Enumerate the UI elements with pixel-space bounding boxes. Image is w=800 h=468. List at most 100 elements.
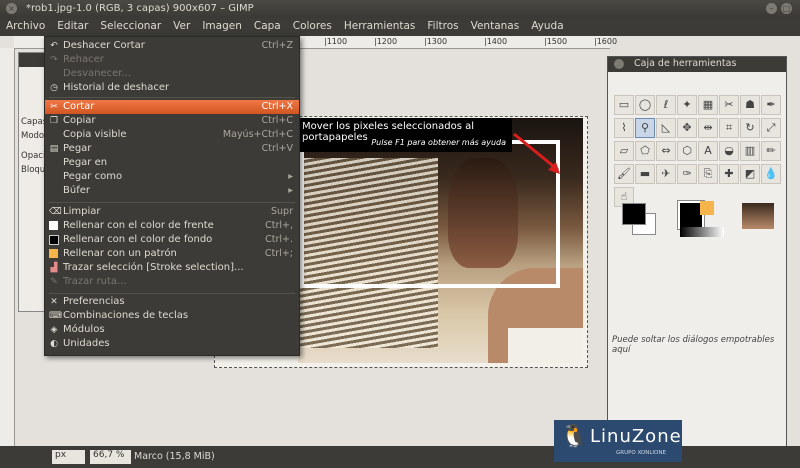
logo-subtitle: GRUPO XONLIONE [616,450,666,456]
menu-item-rellenar-fondo[interactable]: Rellenar con el color de fondo Ctrl+. [45,233,299,247]
menu-separator [49,202,295,203]
toolbox-titlebar: Caja de herramientas [608,57,786,72]
color-swatches [618,199,778,239]
menu-item-bufer[interactable]: Búfer ▸ [45,184,299,198]
menu-item-modulos[interactable]: ◈ Módulos [45,323,299,337]
drop-hint: Puede soltar los diálogos empotrables aq… [612,335,775,355]
blur-icon[interactable]: 💧 [761,164,781,184]
clone-icon[interactable]: ⎘ [698,164,718,184]
window-title: *rob1.jpg-1.0 (RGB, 3 capas) 900x607 – G… [26,3,254,14]
foreground-color-swatch[interactable] [622,203,646,225]
minimize-icon[interactable]: – [766,3,777,14]
fg-fill-icon [49,221,58,230]
modules-icon: ◈ [50,325,58,335]
ruler-label: |1400 [484,37,508,46]
menu-item-copia-visible[interactable]: Copia visible Mayús+Ctrl+C [45,128,299,142]
menu-item-rellenar-patron[interactable]: Rellenar con un patrón Ctrl+; [45,247,299,261]
menu-editar[interactable]: Editar [51,18,94,36]
paths-icon[interactable]: ✒ [761,95,781,115]
menu-item-rellenar-frente[interactable]: Rellenar con el color de frente Ctrl+, [45,219,299,233]
color-picker-icon[interactable]: ⌇ [614,118,634,138]
pattern-preview[interactable] [700,201,714,215]
menu-item-pegar-como[interactable]: Pegar como ▸ [45,170,299,184]
zoom-select[interactable]: 66,7 % [90,450,131,464]
redo-icon: ↷ [50,55,58,65]
ruler-label: |1500 [544,37,568,46]
menu-capa[interactable]: Capa [248,18,287,36]
maximize-icon[interactable]: □ [781,3,792,14]
crop-icon[interactable]: ⌗ [719,118,739,138]
menu-item-deshacer-cortar[interactable]: ↶ Deshacer Cortar Ctrl+Z [45,39,299,53]
ruler-label: |1100 [324,37,348,46]
bucket-fill-icon[interactable]: ◒ [719,141,739,161]
menu-item-copiar[interactable]: ❐ Copiar Ctrl+C [45,114,299,128]
perspective-icon[interactable]: ⬠ [635,141,655,161]
vertical-ruler[interactable] [0,48,15,448]
flip-icon[interactable]: ⇔ [656,141,676,161]
menu-item-trazar-ruta[interactable]: ✎ Trazar ruta... [45,275,299,289]
menu-item-unidades[interactable]: ◐ Unidades [45,337,299,351]
chevron-right-icon: ▸ [288,171,293,182]
menu-item-rehacer[interactable]: ↷ Rehacer [45,53,299,67]
menu-ver[interactable]: Ver [167,18,196,36]
tux-icon: 🐧 [560,424,588,449]
menu-item-historial[interactable]: ◷ Historial de deshacer [45,81,299,95]
cage-icon[interactable]: ⬡ [677,141,697,161]
menu-archivo[interactable]: Archivo [0,18,51,36]
toolbox-title: Caja de herramientas [634,58,737,69]
menu-filtros[interactable]: Filtros [421,18,464,36]
menu-item-pegar-en[interactable]: Pegar en [45,156,299,170]
measure-icon[interactable]: ◺ [656,118,676,138]
color-select-icon[interactable]: ▦ [698,95,718,115]
edit-menu: ↶ Deshacer Cortar Ctrl+Z ↷ Rehacer Desva… [44,36,300,356]
chevron-right-icon: ▸ [288,185,293,196]
ellipse-select-icon[interactable]: ◯ [635,95,655,115]
paintbrush-icon[interactable]: 🖌 [614,164,634,184]
tool-grid: ▭ ◯ ℓ ✦ ▦ ✂ ☗ ✒ ⌇ ⚲ ◺ ✥ ⇹ ⌗ ↻ ⤢ ▱ ⬠ ⇔ ⬡ … [614,95,781,207]
ink-icon[interactable]: ✑ [677,164,697,184]
text-icon[interactable]: A [698,141,718,161]
foreground-select-icon[interactable]: ☗ [740,95,760,115]
menu-seleccionar[interactable]: Seleccionar [94,18,167,36]
rect-select-icon[interactable]: ▭ [614,95,634,115]
scissors-icon[interactable]: ✂ [719,95,739,115]
zoom-icon[interactable]: ⚲ [635,118,655,138]
eraser-icon[interactable]: ▬ [635,164,655,184]
perspective-clone-icon[interactable]: ◩ [740,164,760,184]
menu-item-limpiar[interactable]: ⌫ Limpiar Supr [45,205,299,219]
menu-item-combinaciones[interactable]: ⌨ Combinaciones de teclas [45,309,299,323]
align-icon[interactable]: ⇹ [698,118,718,138]
stroke-path-icon: ✎ [50,277,58,287]
menu-item-pegar[interactable]: ▤ Pegar Ctrl+V [45,142,299,156]
pencil-icon[interactable]: ✏ [761,141,781,161]
free-select-icon[interactable]: ℓ [656,95,676,115]
menu-herramientas[interactable]: Herramientas [338,18,422,36]
tooltip-help: Pulse F1 para obtener más ayuda [371,138,506,147]
move-icon[interactable]: ✥ [677,118,697,138]
close-icon[interactable]: × [6,3,17,14]
history-icon: ◷ [50,83,58,93]
ruler-label: |1300 [424,37,448,46]
menu-colores[interactable]: Colores [287,18,338,36]
heal-icon[interactable]: ✚ [719,164,739,184]
blend-icon[interactable]: ▥ [740,141,760,161]
photo-dress [508,328,583,363]
menu-separator [49,293,295,294]
fuzzy-select-icon[interactable]: ✦ [677,95,697,115]
menu-imagen[interactable]: Imagen [196,18,248,36]
menu-ventanas[interactable]: Ventanas [465,18,526,36]
airbrush-icon[interactable]: ✈ [656,164,676,184]
shear-icon[interactable]: ▱ [614,141,634,161]
rotate-icon[interactable]: ↻ [740,118,760,138]
scale-icon[interactable]: ⤢ [761,118,781,138]
image-thumbnail[interactable] [742,203,774,229]
menu-ayuda[interactable]: Ayuda [525,18,569,36]
menu-item-cortar[interactable]: ✂ Cortar Ctrl+X [45,100,299,114]
menu-item-desvanecer[interactable]: Desvanecer... [45,67,299,81]
units-icon: ◐ [50,339,58,349]
unit-select[interactable]: px [52,450,85,464]
close-icon[interactable] [614,59,624,69]
menu-item-trazar-seleccion[interactable]: ▟ Trazar selección [Stroke selection]... [45,261,299,275]
menu-item-preferencias[interactable]: ✕ Preferencias [45,295,299,309]
gradient-preview[interactable] [680,227,724,237]
